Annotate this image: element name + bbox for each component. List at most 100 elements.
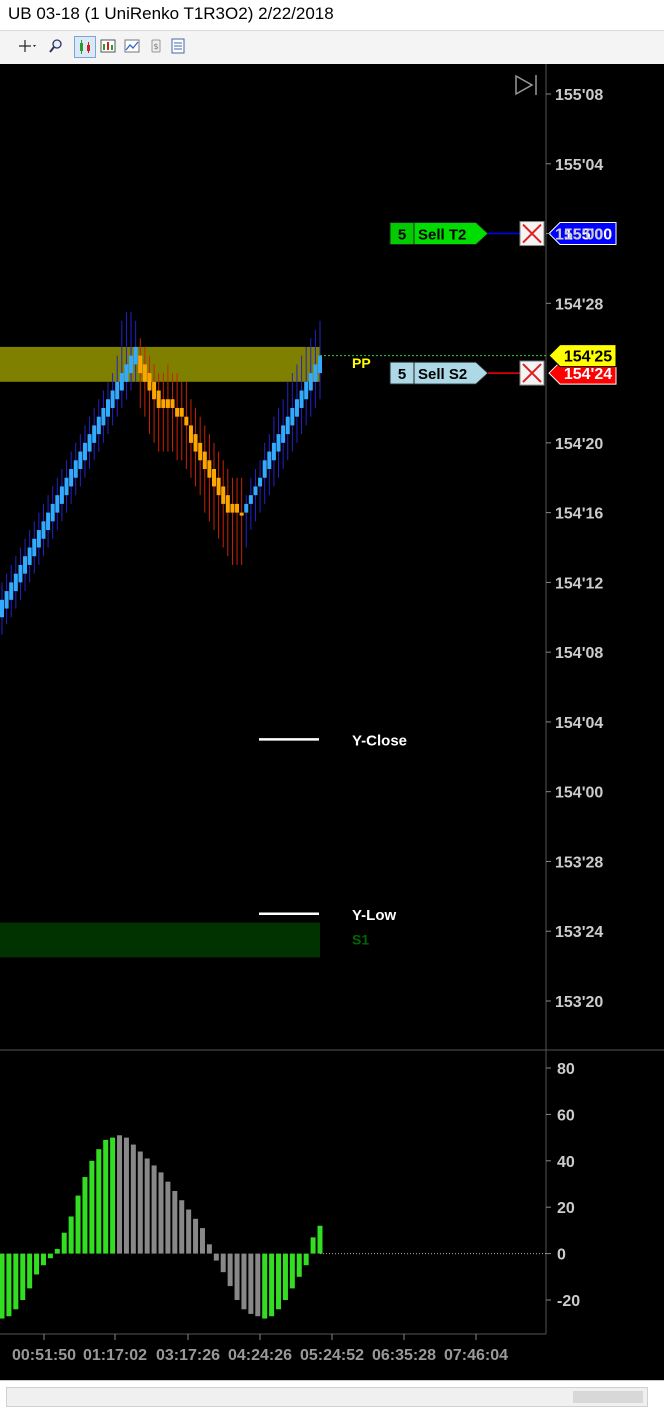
bar-body	[212, 469, 216, 487]
data-box-icon[interactable]	[98, 36, 118, 56]
bar-body	[73, 460, 78, 478]
histogram-bar	[82, 1177, 88, 1254]
scroll-track[interactable]	[6, 1387, 648, 1407]
histogram-bar	[61, 1232, 67, 1254]
bar-body	[184, 416, 189, 426]
bar-body	[290, 407, 295, 426]
bar-body	[193, 434, 198, 452]
histogram-bar	[40, 1253, 46, 1266]
time-tick-label: 03:17:26	[156, 1347, 220, 1364]
time-tick-label: 00:51:50	[12, 1347, 76, 1364]
crosshair-icon[interactable]	[18, 36, 38, 56]
histogram-bar	[110, 1137, 116, 1254]
bar-body	[147, 373, 152, 391]
zone-label-s1: S1	[352, 932, 369, 948]
histogram-bar	[227, 1253, 233, 1287]
horizontal-scrollbar[interactable]	[0, 1380, 664, 1417]
order-name: Sell T2	[418, 227, 466, 244]
bar-body	[198, 442, 203, 461]
histogram-bar	[158, 1172, 164, 1254]
bar-body	[69, 469, 74, 487]
order-cancel-button[interactable]	[519, 360, 545, 386]
histogram-bar	[303, 1253, 309, 1266]
bar-body	[59, 486, 64, 504]
bar-body	[64, 477, 69, 496]
bar-body	[239, 512, 244, 516]
oscillator-tick-label: 0	[557, 1247, 566, 1264]
time-tick-label: 04:24:26	[228, 1347, 292, 1364]
price-tick-label: 154'20	[555, 436, 603, 453]
price-tick-label: 154'16	[555, 506, 603, 523]
bar-body	[106, 399, 110, 417]
price-tick-label: 154'08	[555, 645, 603, 662]
bar-body	[170, 399, 175, 408]
indicators-icon[interactable]	[122, 36, 142, 56]
bar-body	[271, 442, 276, 461]
histogram-bar	[186, 1209, 192, 1254]
bar-body	[27, 547, 32, 565]
bar-body	[0, 599, 4, 618]
bar-body	[23, 556, 28, 574]
histogram-bar	[276, 1253, 282, 1310]
histogram-bar	[282, 1253, 288, 1300]
histogram-bar	[179, 1200, 185, 1254]
oscillator-tick-label: 60	[557, 1107, 575, 1124]
bar-body	[46, 512, 51, 531]
bar-body	[188, 425, 193, 443]
zoom-icon[interactable]	[46, 36, 66, 56]
price-tick-label: 155'08	[555, 87, 603, 104]
price-tick-label: 154'28	[555, 296, 603, 313]
title-bar: UB 03-18 (1 UniRenko T1R3O2) 2/22/2018	[0, 0, 664, 31]
oscillator-tick-label: 40	[557, 1154, 575, 1171]
chart-area[interactable]: PP S1 Y-Close Y-Low 5 Sell T2 155'00 5 Sell S2 15…	[0, 64, 664, 1380]
price-tick-label: 154'00	[555, 785, 603, 802]
bar-body	[207, 460, 212, 478]
bar-body	[4, 591, 9, 609]
bar-body	[50, 503, 55, 522]
bar-body	[276, 434, 281, 452]
chart-canvas[interactable]: PP S1 Y-Close Y-Low 5 Sell T2 155'00 5 Sell S2 15…	[0, 64, 664, 1380]
price-tick-label: 155'04	[555, 157, 603, 174]
histogram-bar	[68, 1216, 74, 1254]
histogram-bar	[199, 1228, 205, 1254]
scroll-thumb[interactable]	[573, 1391, 643, 1403]
chart-toolbar: $	[0, 31, 664, 65]
bar-body	[262, 460, 267, 478]
bar-body	[110, 390, 115, 408]
bar-body	[119, 373, 124, 391]
histogram-bar	[296, 1253, 302, 1277]
histogram-bar	[262, 1253, 268, 1319]
svg-text:$: $	[153, 42, 158, 51]
level-label-y-low: Y-Low	[352, 907, 396, 924]
bar-body	[294, 399, 299, 417]
bar-body	[248, 495, 253, 504]
bar-body	[13, 573, 18, 592]
zone-label-pp: PP	[352, 355, 371, 371]
properties-icon[interactable]	[168, 36, 188, 56]
bar-body	[124, 364, 129, 382]
last-price-label: 154'25	[564, 349, 612, 366]
bar-body	[32, 538, 37, 557]
bar-body	[161, 399, 166, 408]
bar-body	[221, 486, 226, 504]
bar-body	[308, 373, 313, 391]
time-tick-label: 05:24:52	[300, 1347, 364, 1364]
bar-body	[152, 381, 157, 400]
oscillator-tick-label: -20	[557, 1293, 580, 1310]
bar-body	[202, 451, 207, 470]
bar-body	[304, 381, 309, 400]
bar-style-icon[interactable]	[74, 36, 96, 58]
histogram-bar	[137, 1151, 143, 1254]
histogram-bar	[172, 1190, 178, 1254]
histogram-bar	[96, 1149, 102, 1254]
histogram-bar	[193, 1218, 199, 1254]
skip-to-end-icon[interactable]	[515, 74, 537, 96]
price-tick-label: 155'00	[555, 227, 603, 244]
order-name: Sell S2	[418, 366, 467, 383]
bar-body	[267, 451, 272, 470]
histogram-bar	[234, 1253, 240, 1300]
histogram-bar	[54, 1248, 60, 1254]
bar-body	[138, 355, 143, 374]
order-cancel-button[interactable]	[519, 221, 545, 247]
strategies-icon[interactable]: $	[146, 36, 166, 56]
